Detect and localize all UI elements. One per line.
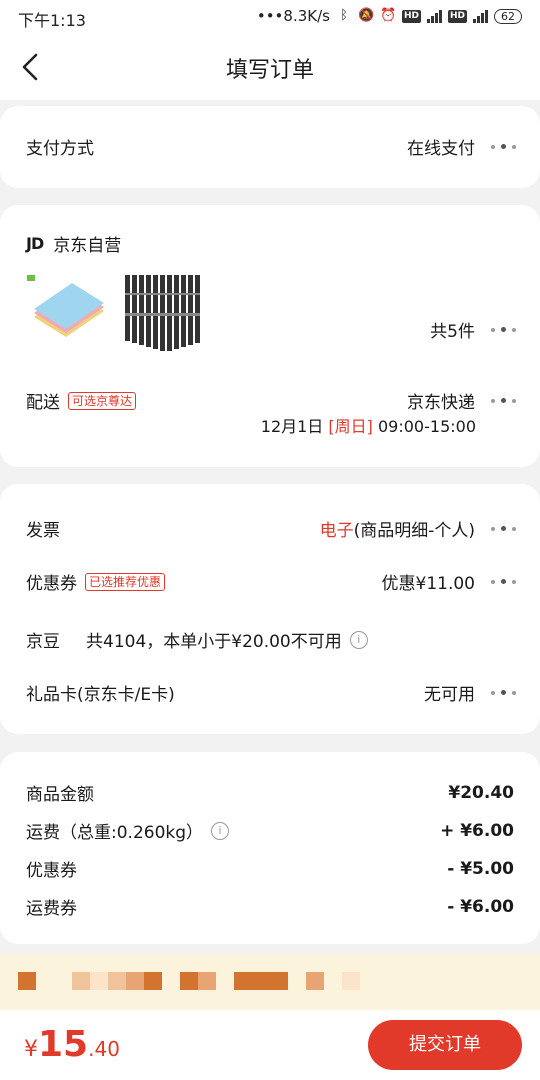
coupon-row[interactable]: 优惠券 已选推荐优惠 优惠¥11.00: [26, 569, 516, 594]
freight-coupon-row: 运费券 - ¥6.00: [26, 894, 514, 920]
invoice-label: 发票: [26, 521, 60, 541]
total-price: ¥15.40: [24, 1024, 120, 1065]
total-decimal: .40: [88, 1037, 120, 1061]
info-icon[interactable]: i: [349, 630, 368, 649]
more-icon[interactable]: [491, 144, 516, 149]
network-speed: •••8.3K/s: [256, 7, 330, 25]
store-header: JD 京东自营: [26, 231, 121, 256]
delivery-time: 09:00-15:00: [378, 417, 476, 436]
coupon-label: 优惠券: [26, 574, 77, 594]
goods-amount-row: 商品金额 ¥20.40: [26, 780, 514, 806]
status-bar: 下午1:13 •••8.3K/s ᛒ 🔕 ⏰ HD HD 62: [0, 0, 540, 34]
giftcard-row[interactable]: 礼品卡(京东卡/E卡) 无可用: [26, 680, 516, 705]
alarm-icon: ⏰: [379, 8, 397, 23]
sticky-notes-image: [27, 275, 104, 337]
payment-row[interactable]: 支付方式 在线支付: [26, 134, 516, 159]
shipping-row[interactable]: 配送 可选京尊达 京东快递: [26, 388, 516, 413]
summary-card: 商品金额 ¥20.40 运费（总重:0.260kg） i + ¥6.00 优惠券…: [0, 752, 540, 944]
delivery-date: 12月1日: [260, 417, 324, 436]
goods-amount-value: ¥20.40: [448, 782, 514, 803]
goods-amount-label: 商品金额: [26, 785, 94, 805]
coupon-discount-label: 优惠券: [26, 861, 77, 881]
more-icon[interactable]: [491, 526, 516, 531]
page-header: 填写订单: [0, 34, 540, 100]
invoice-type: 电子: [319, 521, 354, 541]
payment-value: 在线支付: [407, 139, 475, 159]
pens-image: [125, 275, 200, 351]
beans-row: 京豆 共4104，本单小于¥20.00不可用 i: [26, 627, 516, 652]
product-image-sticky-notes[interactable]: [26, 273, 108, 355]
freight-coupon-label: 运费券: [26, 899, 77, 919]
currency-symbol: ¥: [24, 1037, 38, 1062]
coupon-value: 优惠¥11.00: [381, 574, 475, 594]
item-count-row[interactable]: 共5件: [26, 317, 516, 342]
coupon-discount-row: 优惠券 - ¥5.00: [26, 856, 514, 882]
bluetooth-icon: ᛒ: [340, 8, 348, 23]
hd-icon: HD: [401, 9, 421, 23]
product-image-pens[interactable]: [124, 273, 204, 355]
mute-icon: 🔕: [357, 8, 375, 23]
delivery-day: [周日]: [328, 417, 373, 436]
beans-value: 共4104，本单小于¥20.00不可用: [86, 632, 342, 652]
payment-label: 支付方式: [26, 139, 94, 159]
options-card: 发票 电子(商品明细-个人) 优惠券 已选推荐优惠 优惠¥11.00 京豆 共4…: [0, 484, 540, 734]
freight-value: + ¥6.00: [440, 820, 514, 841]
submit-order-button[interactable]: 提交订单: [368, 1020, 522, 1070]
freight-coupon-value: - ¥6.00: [447, 896, 514, 917]
shipping-label: 配送: [26, 393, 60, 413]
coupon-discount-value: - ¥5.00: [447, 858, 514, 879]
blurred-notice-content: [18, 972, 360, 990]
status-time: 下午1:13: [18, 11, 86, 30]
invoice-detail: (商品明细-个人): [353, 521, 475, 541]
store-name: 京东自营: [53, 236, 122, 256]
more-icon[interactable]: [491, 398, 516, 403]
invoice-value: 电子(商品明细-个人): [320, 516, 475, 541]
jd-logo: JD: [26, 234, 44, 253]
hd-icon: HD: [447, 9, 467, 23]
invoice-row[interactable]: 发票 电子(商品明细-个人): [26, 516, 516, 541]
freight-row: 运费（总重:0.260kg） i + ¥6.00: [26, 818, 514, 844]
shipping-value: 京东快递: [407, 393, 475, 413]
delivery-time-slot: 12月1日 [周日] 09:00-15:00: [261, 413, 476, 437]
info-icon[interactable]: i: [211, 821, 230, 840]
store-card: JD 京东自营 共5件 配送 可选京尊达 京东快递 12月1日 [周日] 09:…: [0, 205, 540, 467]
notice-strip: [0, 954, 540, 1010]
item-count: 共5件: [430, 322, 475, 342]
beans-label: 京豆: [26, 632, 60, 652]
signal-icon: [426, 9, 442, 23]
coupon-tag: 已选推荐优惠: [85, 572, 166, 591]
giftcard-label: 礼品卡(京东卡/E卡): [26, 685, 175, 705]
shipping-tag: 可选京尊达: [68, 391, 137, 410]
more-icon[interactable]: [491, 690, 516, 695]
more-icon[interactable]: [491, 327, 516, 332]
page-title: 填写订单: [225, 58, 314, 83]
freight-label: 运费（总重:0.260kg）: [26, 823, 204, 843]
status-icons: •••8.3K/s ᛒ 🔕 ⏰ HD HD 62: [257, 7, 522, 25]
more-icon[interactable]: [491, 579, 516, 584]
total-integer: 15: [38, 1024, 89, 1065]
signal-icon: [473, 9, 488, 23]
giftcard-value: 无可用: [424, 685, 475, 705]
checkout-bar: ¥15.40 提交订单: [0, 1010, 540, 1080]
payment-card[interactable]: 支付方式 在线支付: [0, 106, 540, 188]
battery-icon: 62: [494, 8, 522, 24]
